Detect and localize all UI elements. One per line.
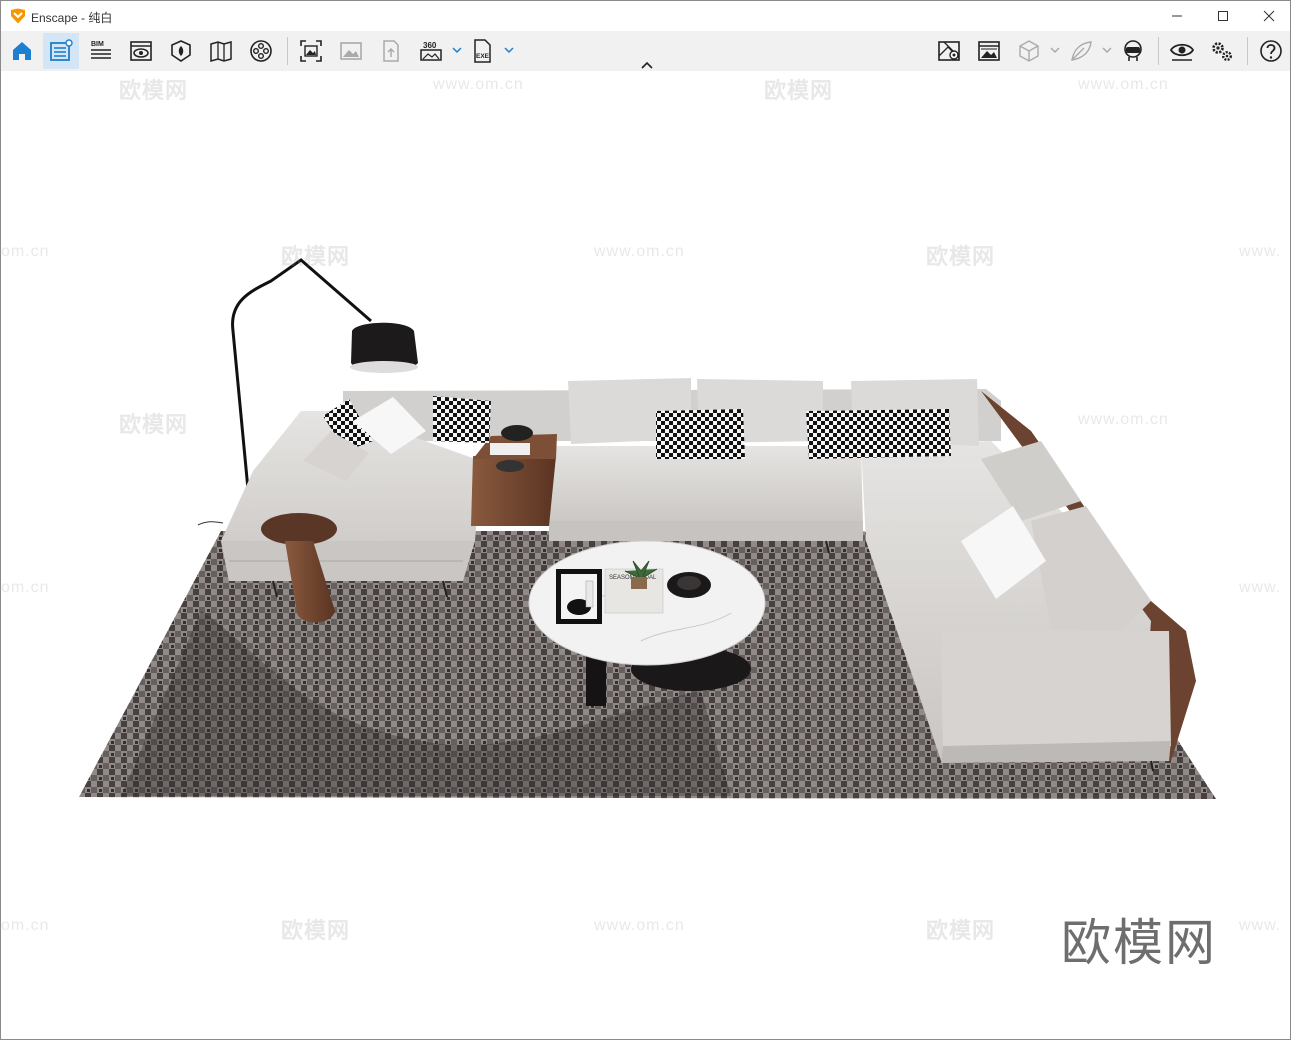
- toolbar-separator: [287, 37, 288, 65]
- collapse-toolbar-button[interactable]: [639, 59, 655, 71]
- render-image-button[interactable]: [333, 33, 369, 69]
- views-button[interactable]: [203, 33, 239, 69]
- bim-button[interactable]: BIM: [83, 33, 119, 69]
- export-exe-label: EXE: [476, 53, 490, 60]
- upload-button[interactable]: [373, 33, 409, 69]
- chevron-down-icon: [1102, 47, 1112, 54]
- bim-label: BIM: [91, 41, 104, 48]
- watermark-url-fragment: om.cn: [1, 579, 50, 596]
- screenshot-icon: [300, 40, 322, 62]
- maximize-icon: [1218, 11, 1228, 21]
- screenshot-button[interactable]: [293, 33, 329, 69]
- minimize-icon: [1172, 15, 1182, 17]
- upload-icon: [383, 40, 399, 62]
- minimize-button[interactable]: [1154, 1, 1200, 31]
- watermark-url-prefix: www.: [1239, 243, 1282, 260]
- settings-gears-icon: [1212, 42, 1232, 61]
- settings-button[interactable]: [1204, 33, 1240, 69]
- asset-library-icon: [50, 39, 73, 61]
- watermark-logo: 欧模网: [281, 244, 351, 269]
- watermark-url: www.om.cn: [594, 243, 685, 260]
- toolbar-separator: [1158, 37, 1159, 65]
- close-icon: [1263, 10, 1275, 22]
- watermark-url-prefix: www.: [1239, 579, 1282, 596]
- window-title: Enscape - 纯白: [31, 9, 112, 26]
- panorama-360-label: 360: [423, 41, 437, 50]
- asset-library-button[interactable]: [43, 33, 79, 69]
- watermark-url: www.om.cn: [433, 76, 524, 93]
- watermark-logo: 欧模网: [281, 918, 351, 943]
- help-button[interactable]: [1253, 33, 1289, 69]
- enscape-logo-icon: [11, 8, 25, 24]
- help-icon: [1260, 40, 1282, 62]
- watermark-url-fragment: om.cn: [1, 917, 50, 934]
- video-editor-icon: [250, 40, 272, 62]
- home-icon: [13, 42, 31, 60]
- export-exe-icon: EXE: [474, 39, 491, 63]
- vr-headset-button[interactable]: [1115, 33, 1151, 69]
- chevron-up-icon: [641, 61, 653, 69]
- leaf-dropdown[interactable]: [1101, 43, 1113, 57]
- batch-render-button[interactable]: [971, 33, 1007, 69]
- watermark-logo: 欧模网: [119, 78, 189, 103]
- chevron-down-icon: [504, 47, 514, 54]
- enscape-window: Enscape - 纯白 BIM 360 EXE SEASON 欧模网 www.…: [0, 0, 1291, 1040]
- watermark-url-fragment: om.cn: [1, 243, 50, 260]
- watermark-logo: 欧模网: [764, 78, 834, 103]
- map-button[interactable]: [931, 33, 967, 69]
- panorama-dropdown[interactable]: [451, 43, 463, 57]
- export-dropdown[interactable]: [503, 43, 515, 57]
- leaf-icon: [1071, 41, 1092, 61]
- panorama-360-button[interactable]: 360: [413, 33, 449, 69]
- eye-button[interactable]: [1164, 33, 1200, 69]
- watermark-logo: 欧模网: [926, 244, 996, 269]
- close-button[interactable]: [1246, 1, 1290, 31]
- panorama-360-icon: 360: [420, 41, 442, 61]
- visual-settings-icon: [130, 41, 152, 61]
- render-image-icon: [340, 42, 362, 60]
- render-viewport[interactable]: SEASON MEDAL 欧模网 www.om.cn 欧模网 www.om.cn…: [1, 71, 1290, 1039]
- eye-icon: [1169, 43, 1195, 61]
- app-name: Enscape: [31, 11, 78, 25]
- chevron-down-icon: [452, 47, 462, 54]
- chevron-down-icon: [1050, 47, 1060, 54]
- materials-button[interactable]: [163, 33, 199, 69]
- sofa-scene: SEASON MEDAL: [79, 258, 1216, 799]
- batch-render-icon: [978, 41, 1000, 61]
- video-editor-button[interactable]: [243, 33, 279, 69]
- title-bar: Enscape - 纯白: [1, 1, 1290, 31]
- map-icon: [938, 41, 960, 61]
- export-exe-button[interactable]: EXE: [465, 33, 501, 69]
- visual-settings-button[interactable]: [123, 33, 159, 69]
- enscape-toolbar: BIM 360 EXE: [1, 31, 1290, 71]
- watermark-url: www.om.cn: [594, 917, 685, 934]
- leaf-button[interactable]: [1063, 33, 1099, 69]
- views-icon: [210, 41, 232, 62]
- materials-icon: [171, 40, 191, 62]
- title-separator: -: [77, 11, 89, 25]
- watermark-logo: 欧模网: [119, 412, 189, 437]
- orthographic-button[interactable]: [1011, 33, 1047, 69]
- vr-headset-icon: [1124, 40, 1142, 61]
- orthographic-cube-icon: [1019, 40, 1039, 62]
- bim-icon: BIM: [91, 41, 111, 59]
- home-button[interactable]: [4, 33, 40, 69]
- watermark-logo: 欧模网: [926, 918, 996, 943]
- document-name: 纯白: [88, 11, 113, 25]
- om-brand-watermark: 欧模网: [1061, 915, 1217, 971]
- watermark-url: www.om.cn: [1078, 411, 1169, 428]
- maximize-button[interactable]: [1200, 1, 1246, 31]
- watermark-url-prefix: www.: [1239, 917, 1282, 934]
- watermark-url: www.om.cn: [1078, 76, 1169, 93]
- toolbar-separator: [1247, 37, 1248, 65]
- orthographic-dropdown[interactable]: [1049, 43, 1061, 57]
